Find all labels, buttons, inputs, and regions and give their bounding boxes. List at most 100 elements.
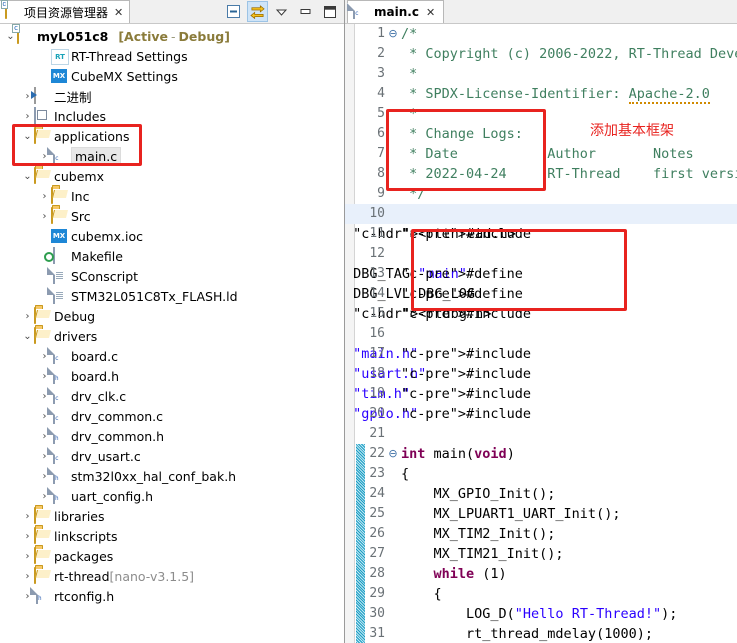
code-line[interactable]: 19 "c-pre">#include "tim.h" (345, 384, 737, 404)
chevron-right-icon[interactable]: › (21, 571, 34, 582)
tree-item-project-root[interactable]: ⌄ myL051c8 [Active-Debug] (0, 26, 344, 46)
chevron-down-icon[interactable]: ⌄ (21, 131, 34, 142)
code-text: MX_GPIO_Init(); (401, 486, 556, 502)
maximize-button[interactable] (319, 1, 340, 22)
tree-item-[interactable]: › 二进制 (0, 86, 344, 106)
project-tree[interactable]: ⌄ myL051c8 [Active-Debug] ›RTRT-Thread S… (0, 24, 344, 643)
tree-item-linkscripts[interactable]: › linkscripts (0, 526, 344, 546)
tree-item-stm32l0xx-hal-conf-bak-h[interactable]: › h stm32l0xx_hal_conf_bak.h (0, 466, 344, 486)
tab-main-c[interactable]: c main.c ✕ (347, 0, 445, 23)
tree-item-label: rt-thread (54, 568, 110, 584)
tree-item-drv-common-h[interactable]: › h drv_common.h (0, 426, 344, 446)
chevron-down-icon[interactable]: ⌄ (21, 331, 34, 342)
code-line[interactable]: 2 * Copyright (c) 2006-2022, RT-Thread D… (345, 44, 737, 64)
tree-item-cubemx-ioc[interactable]: ›MXcubemx.ioc (0, 226, 344, 246)
tree-item-drv-common-c[interactable]: › c drv_common.c (0, 406, 344, 426)
code-text: "c-pre">#include (401, 386, 532, 402)
code-line[interactable]: 21 (345, 424, 737, 444)
chevron-right-icon[interactable]: › (21, 311, 34, 322)
tree-item-rt-thread[interactable]: › rt-thread [nano-v3.1.5] (0, 566, 344, 586)
code-line[interactable]: 26 MX_TIM2_Init(); (345, 524, 737, 544)
chevron-right-icon[interactable]: › (38, 191, 51, 202)
link-with-editor-button[interactable] (247, 1, 268, 22)
chevron-right-icon[interactable]: › (38, 211, 51, 222)
code-line[interactable]: 22 ⊖ int main(void) (345, 444, 737, 464)
code-line[interactable]: 5 * (345, 104, 737, 124)
code-line[interactable]: 15 "c-pre">#include "c-hdr"><rtdbg.h> (345, 304, 737, 324)
tree-item-debug[interactable]: › Debug (0, 306, 344, 326)
tree-item-makefile[interactable]: ›Makefile (0, 246, 344, 266)
code-line[interactable]: 7 * Date Author Notes (345, 144, 737, 164)
tree-item-board-c[interactable]: › c board.c (0, 346, 344, 366)
code-line[interactable]: 10 (345, 204, 737, 224)
h-file-icon: h (51, 427, 68, 444)
code-line[interactable]: 31 rt_thread_mdelay(1000); (345, 624, 737, 643)
code-line[interactable]: 29 { (345, 584, 737, 604)
code-line[interactable]: 11 "c-pre">#include "c-hdr"><rtthread.h> (345, 224, 737, 244)
tree-item-cubemx[interactable]: ⌄ cubemx (0, 166, 344, 186)
tree-item-drv-clk-c[interactable]: › c drv_clk.c (0, 386, 344, 406)
h-file-icon: h (51, 487, 68, 504)
code-line[interactable]: 9 */ (345, 184, 737, 204)
code-text: while (1) (433, 566, 507, 582)
chevron-right-icon[interactable]: › (21, 531, 34, 542)
tree-item-sconscript[interactable]: ›SConscript (0, 266, 344, 286)
tree-item-uart-config-h[interactable]: › h uart_config.h (0, 486, 344, 506)
tree-item-cubemx-settings[interactable]: ›MXCubeMX Settings (0, 66, 344, 86)
code-line[interactable]: 20 "c-pre">#include "gpio.h" (345, 404, 737, 424)
tree-item-main-c[interactable]: › c main.c (0, 146, 344, 166)
code-text: /* (401, 26, 418, 42)
code-line[interactable]: 16 (345, 324, 737, 344)
tree-item-board-h[interactable]: › h board.h (0, 366, 344, 386)
tree-item-includes[interactable]: › Includes (0, 106, 344, 126)
fold-toggle-icon[interactable]: ⊖ (387, 444, 399, 464)
tree-item-libraries[interactable]: › libraries (0, 506, 344, 526)
code-line[interactable]: 18 "c-pre">#include "usart.h" (345, 364, 737, 384)
code-line[interactable]: 24 MX_GPIO_Init(); (345, 484, 737, 504)
tree-item-inc[interactable]: › Inc (0, 186, 344, 206)
code-line[interactable]: 14 "c-pre">#define DBG_LVL DBG_LOG (345, 284, 737, 304)
code-area[interactable]: 1 ⊖/* 2 * Copyright (c) 2006-2022, RT-Thre… (345, 24, 737, 643)
code-line[interactable]: 8 * 2022-04-24 RT-Thread first versio (345, 164, 737, 184)
code-text: * 2022-04-24 RT-Thread first versio (401, 166, 737, 182)
tree-item-stm32l051c8tx-flash-ld[interactable]: ›STM32L051C8Tx_FLASH.ld (0, 286, 344, 306)
tree-item-packages[interactable]: › packages (0, 546, 344, 566)
project-name: myL051c8 (37, 28, 109, 44)
tree-item-drv-usart-c[interactable]: › c drv_usart.c (0, 446, 344, 466)
code-line[interactable]: 23 { (345, 464, 737, 484)
code-line[interactable]: 30 LOG_D("Hello RT-Thread!"); (345, 604, 737, 624)
fold-toggle-icon[interactable]: ⊖ (387, 24, 399, 44)
tree-item-label: cubemx.ioc (71, 228, 143, 244)
chevron-right-icon[interactable]: › (21, 111, 34, 122)
code-line[interactable]: 25 MX_LPUART1_UART_Init(); (345, 504, 737, 524)
code-line[interactable]: 17 "c-pre">#include "main.h" (345, 344, 737, 364)
close-icon[interactable]: ✕ (114, 7, 123, 18)
code-line[interactable]: 3 * (345, 64, 737, 84)
tree-item-rtconfig-h[interactable]: › h rtconfig.h (0, 586, 344, 606)
tree-item-applications[interactable]: ⌄ applications (0, 126, 344, 146)
tree-item-rt-thread-settings[interactable]: ›RTRT-Thread Settings (0, 46, 344, 66)
code-line[interactable]: 28 while (1) (345, 564, 737, 584)
code-line[interactable]: 27 MX_TIM21_Init(); (345, 544, 737, 564)
line-number: 21 (369, 426, 385, 441)
tree-item-drivers[interactable]: ⌄ drivers (0, 326, 344, 346)
chevron-right-icon[interactable]: › (21, 511, 34, 522)
code-line[interactable]: 1 ⊖/* (345, 24, 737, 44)
tree-item-src[interactable]: › Src (0, 206, 344, 226)
close-icon[interactable]: ✕ (426, 7, 435, 18)
code-line[interactable]: 4 * SPDX-License-Identifier: Apache-2.0 (345, 84, 737, 104)
code-text: * SPDX-License-Identifier: Apache-2.0 (401, 86, 710, 104)
code-line[interactable]: 13 "c-pre">#define DBG_TAG "main" (345, 264, 737, 284)
line-number: 19 (369, 386, 385, 401)
collapse-all-button[interactable] (223, 1, 244, 22)
tab-project-explorer[interactable]: 项目资源管理器 ✕ (0, 0, 131, 23)
view-menu-button[interactable] (271, 1, 292, 22)
code-line[interactable]: 6 * Change Logs: (345, 124, 737, 144)
chevron-down-icon[interactable]: ⌄ (21, 171, 34, 182)
chevron-right-icon[interactable]: › (21, 551, 34, 562)
minimize-button[interactable] (295, 1, 316, 22)
code-lines[interactable]: 1 ⊖/* 2 * Copyright (c) 2006-2022, RT-Thre… (345, 24, 737, 643)
code-text: { (401, 586, 442, 602)
line-number: 10 (369, 206, 385, 221)
code-line[interactable]: 12 (345, 244, 737, 264)
